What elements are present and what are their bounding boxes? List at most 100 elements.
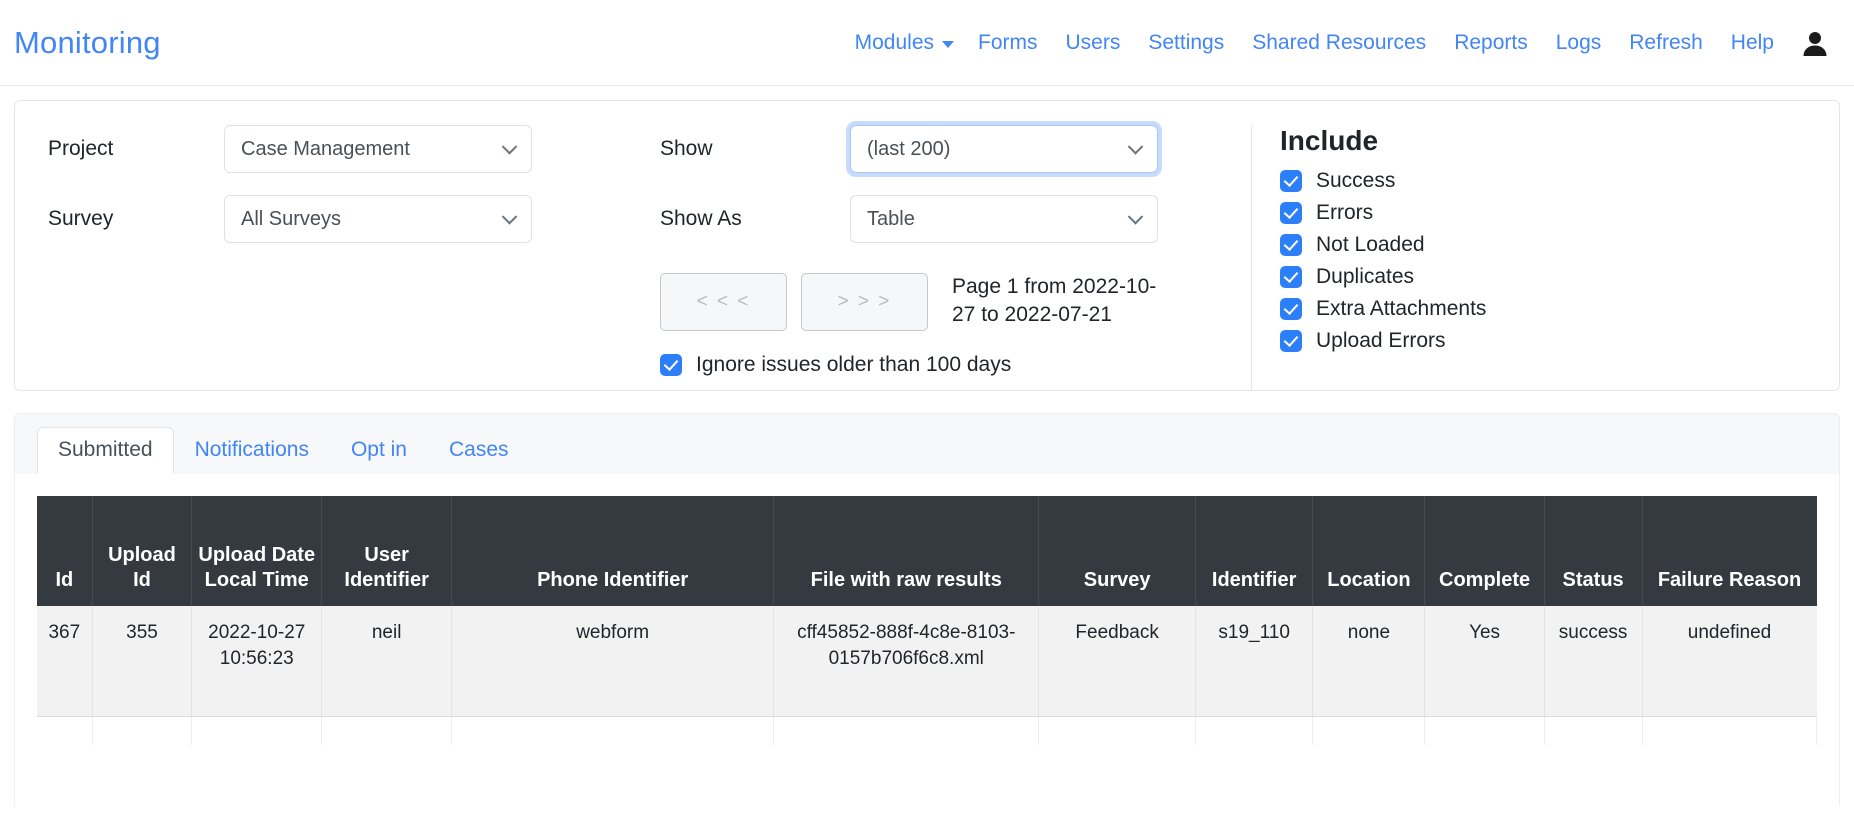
ignore-issues-checkbox[interactable]	[660, 354, 682, 376]
col-complete[interactable]: Complete	[1424, 496, 1545, 606]
include-item-upload-errors: Upload Errors	[1280, 329, 1839, 353]
cell-location: none	[1312, 606, 1426, 717]
include-item-success: Success	[1280, 169, 1839, 193]
include-item-errors: Errors	[1280, 201, 1839, 225]
show-as-row: Show As Table	[660, 195, 1251, 243]
tab-submitted[interactable]: Submitted	[37, 427, 174, 474]
include-not-loaded-label[interactable]: Not Loaded	[1316, 233, 1425, 257]
results-panel: Submitted Notifications Opt in Cases Id …	[14, 413, 1840, 806]
include-extra-attachments-checkbox[interactable]	[1280, 298, 1302, 320]
col-id[interactable]: Id	[37, 496, 93, 606]
project-select-value: Case Management	[241, 137, 410, 160]
nav-links: Modules Forms Users Settings Shared Reso…	[841, 25, 1832, 61]
col-upload-id[interactable]: Upload Id	[92, 496, 193, 606]
table-header: Id Upload Id Upload Date Local Time User…	[37, 496, 1817, 606]
cell-identifier: s19_110	[1195, 606, 1314, 717]
cell-blank	[191, 716, 323, 745]
tab-opt-in[interactable]: Opt in	[330, 427, 428, 474]
top-navbar: Monitoring Modules Forms Users Settings …	[0, 0, 1854, 86]
include-success-label[interactable]: Success	[1316, 169, 1395, 193]
nav-item-logs[interactable]: Logs	[1542, 25, 1616, 61]
col-user-identifier[interactable]: User Identifier	[321, 496, 453, 606]
include-errors-label[interactable]: Errors	[1316, 201, 1373, 225]
cell-id: 367	[37, 606, 93, 717]
cell-file-with-raw-results: cff45852-888f-4c8e-8103-0157b706f6c8.xml	[773, 606, 1040, 717]
cell-blank	[1038, 716, 1196, 745]
tab-cases[interactable]: Cases	[428, 427, 530, 474]
nav-item-forms[interactable]: Forms	[964, 25, 1052, 61]
nav-item-reports[interactable]: Reports	[1440, 25, 1542, 61]
include-upload-errors-checkbox[interactable]	[1280, 330, 1302, 352]
col-failure-reason[interactable]: Failure Reason	[1642, 496, 1817, 606]
results-table-wrapper: Id Upload Id Upload Date Local Time User…	[15, 474, 1839, 806]
table-body: 367 355 2022-10-27 10:56:23 neil webform…	[37, 606, 1818, 745]
project-label: Project	[48, 137, 114, 160]
chevron-down-icon	[942, 40, 955, 48]
show-row: Show (last 200)	[660, 125, 1251, 173]
table-row[interactable]: 367 355 2022-10-27 10:56:23 neil webform…	[37, 606, 1817, 717]
nav-item-modules[interactable]: Modules	[841, 25, 964, 61]
include-upload-errors-label[interactable]: Upload Errors	[1316, 329, 1446, 353]
cell-blank	[1544, 716, 1643, 745]
include-errors-checkbox[interactable]	[1280, 202, 1302, 224]
submissions-table: Id Upload Id Upload Date Local Time User…	[37, 496, 1818, 745]
cell-survey: Feedback	[1038, 606, 1196, 717]
col-status[interactable]: Status	[1544, 496, 1643, 606]
show-select[interactable]: (last 200)	[850, 125, 1158, 173]
filter-card: Project Case Management Survey All Surve…	[14, 100, 1840, 391]
table-header-row: Id Upload Id Upload Date Local Time User…	[37, 496, 1817, 606]
app-brand-monitoring[interactable]: Monitoring	[14, 25, 161, 61]
nav-item-refresh[interactable]: Refresh	[1615, 25, 1717, 61]
cell-blank	[773, 716, 1040, 745]
show-as-select-value: Table	[867, 207, 915, 230]
col-file-with-raw-results[interactable]: File with raw results	[773, 496, 1040, 606]
col-upload-date-local-time[interactable]: Upload Date Local Time	[191, 496, 323, 606]
cell-complete: Yes	[1424, 606, 1545, 717]
survey-label: Survey	[48, 207, 114, 230]
nav-item-help[interactable]: Help	[1717, 25, 1788, 61]
include-extra-attachments-label[interactable]: Extra Attachments	[1316, 297, 1486, 321]
ignore-issues-label[interactable]: Ignore issues older than 100 days	[696, 353, 1011, 377]
cell-upload-date-local-time: 2022-10-27 10:56:23	[191, 606, 323, 717]
project-survey-column: Project Case Management Survey All Surve…	[15, 125, 640, 390]
col-location[interactable]: Location	[1312, 496, 1426, 606]
survey-row: Survey All Surveys	[48, 195, 640, 243]
previous-page-button[interactable]: < < <	[660, 273, 787, 331]
results-tabs: Submitted Notifications Opt in Cases	[15, 414, 1839, 474]
cell-blank	[1424, 716, 1545, 745]
chevron-down-icon	[1127, 139, 1144, 155]
user-account-icon[interactable]	[1802, 29, 1828, 57]
next-page-button[interactable]: > > >	[801, 273, 928, 331]
chevron-down-icon	[501, 209, 518, 225]
nav-item-settings[interactable]: Settings	[1134, 25, 1238, 61]
survey-select[interactable]: All Surveys	[224, 195, 532, 243]
show-as-label: Show As	[660, 207, 742, 230]
col-phone-identifier[interactable]: Phone Identifier	[451, 496, 775, 606]
cell-failure-reason: undefined	[1642, 606, 1817, 717]
table-row	[37, 716, 1818, 745]
col-survey[interactable]: Survey	[1038, 496, 1196, 606]
cell-status: success	[1544, 606, 1643, 717]
nav-item-users[interactable]: Users	[1052, 25, 1135, 61]
include-success-checkbox[interactable]	[1280, 170, 1302, 192]
tab-notifications[interactable]: Notifications	[174, 427, 330, 474]
include-title: Include	[1280, 125, 1379, 156]
project-row: Project Case Management	[48, 125, 640, 173]
include-column: Include Success Errors Not Loaded Duplic…	[1252, 125, 1839, 390]
nav-item-shared-resources[interactable]: Shared Resources	[1238, 25, 1440, 61]
cell-blank	[37, 716, 93, 745]
include-duplicates-label[interactable]: Duplicates	[1316, 265, 1414, 289]
cell-blank	[92, 716, 193, 745]
cell-blank	[1312, 716, 1426, 745]
col-identifier[interactable]: Identifier	[1195, 496, 1314, 606]
cell-phone-identifier: webform	[451, 606, 775, 717]
show-label: Show	[660, 137, 713, 160]
show-as-select[interactable]: Table	[850, 195, 1158, 243]
survey-select-value: All Surveys	[241, 207, 342, 230]
cell-blank	[1642, 716, 1818, 745]
include-item-extra-attachments: Extra Attachments	[1280, 297, 1839, 321]
show-select-value: (last 200)	[867, 137, 951, 160]
include-duplicates-checkbox[interactable]	[1280, 266, 1302, 288]
include-not-loaded-checkbox[interactable]	[1280, 234, 1302, 256]
project-select[interactable]: Case Management	[224, 125, 532, 173]
